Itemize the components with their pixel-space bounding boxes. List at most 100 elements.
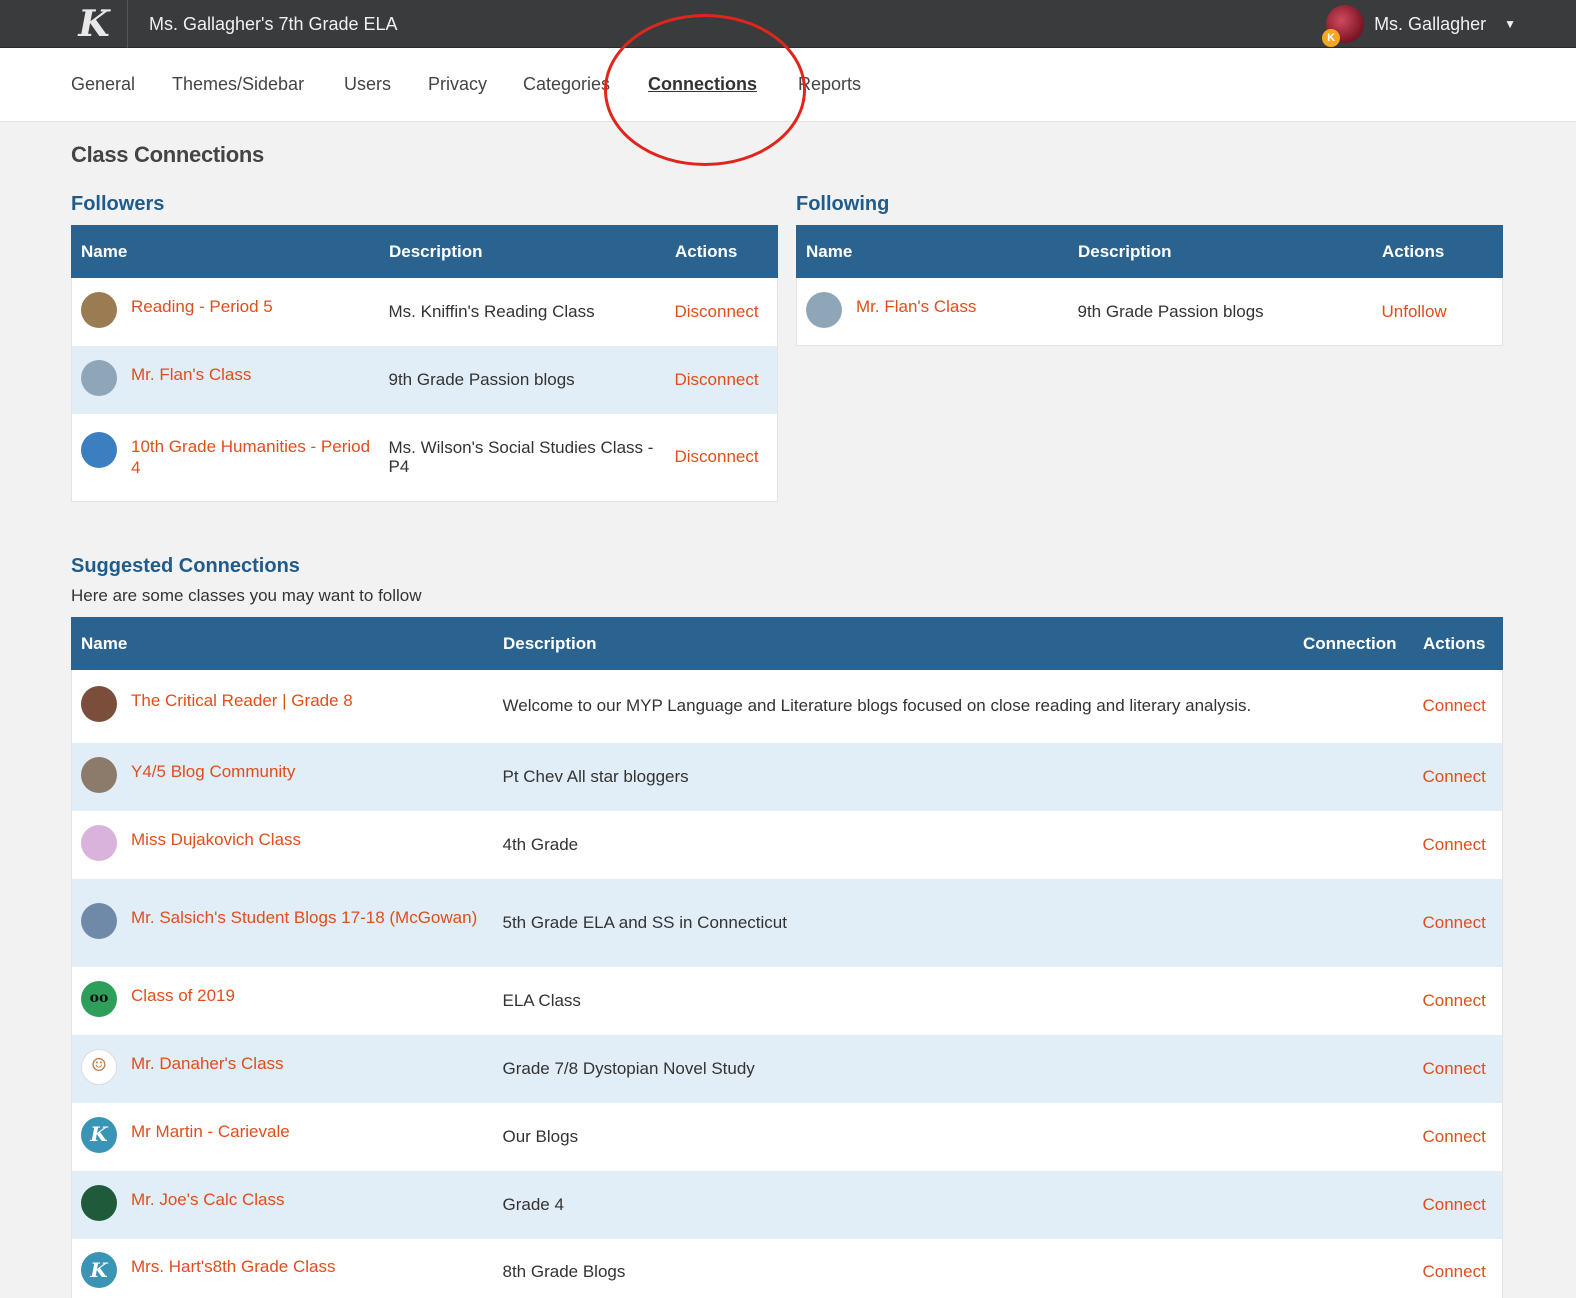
connect-button[interactable]: Connect — [1423, 1127, 1486, 1146]
table-row: Y4/5 Blog Community Pt Chev All star blo… — [71, 742, 1503, 811]
bookshelf-icon — [81, 686, 117, 723]
column-header-actions: Actions — [1372, 225, 1503, 278]
table-row: Mr. Joe's Calc Class Grade 4 Connect — [71, 1170, 1503, 1239]
suggested-table: Name Description Connection Actions The … — [71, 617, 1503, 1298]
user-avatar[interactable]: K — [1322, 5, 1365, 47]
suggested-subtitle: Here are some classes you may want to fo… — [71, 586, 422, 605]
suggested-title: Suggested Connections — [71, 555, 300, 577]
tab-reports[interactable]: Reports — [798, 74, 861, 95]
name-cell: K Mr Martin - Carievale — [71, 1102, 494, 1171]
name-cell: Mr. Joe's Calc Class — [71, 1170, 494, 1239]
tab-themes-sidebar[interactable]: Themes/Sidebar — [172, 74, 304, 95]
disconnect-button[interactable]: Disconnect — [675, 447, 759, 466]
action-cell: Unfollow — [1372, 277, 1503, 346]
description-cell: 9th Grade Passion blogs — [379, 345, 666, 414]
connection-cell — [1293, 1238, 1414, 1298]
action-cell: Connect — [1413, 810, 1503, 879]
settings-nav: General Themes/Sidebar Users Privacy Cat… — [0, 48, 1576, 122]
table-row: Reading - Period 5 Ms. Kniffin's Reading… — [71, 277, 778, 346]
action-cell: Connect — [1413, 742, 1503, 811]
user-menu[interactable]: K Ms. Gallagher ▼ — [1322, 0, 1516, 48]
user-name[interactable]: Ms. Gallagher — [1374, 14, 1486, 35]
unfollow-button[interactable]: Unfollow — [1382, 302, 1447, 321]
table-row: oo Class of 2019 ELA Class Connect — [71, 966, 1503, 1035]
badge-icon: K — [1322, 29, 1341, 47]
action-cell: Connect — [1413, 966, 1503, 1035]
class-link[interactable]: Class of 2019 — [131, 986, 235, 1005]
name-cell: Reading - Period 5 — [71, 277, 380, 346]
glasses-icon: oo — [81, 980, 117, 1017]
following-title: Following — [796, 193, 890, 215]
graduate-icon — [81, 824, 117, 861]
kidblog-logo[interactable]: K — [60, 0, 128, 48]
column-header-name: Name — [71, 617, 494, 670]
connection-cell — [1293, 810, 1414, 879]
column-header-actions: Actions — [665, 225, 778, 278]
class-link[interactable]: Mr. Flan's Class — [856, 297, 976, 316]
class-link[interactable]: The Critical Reader | Grade 8 — [131, 691, 353, 710]
connect-button[interactable]: Connect — [1423, 991, 1486, 1010]
connection-cell — [1293, 1034, 1414, 1103]
top-bar: K Ms. Gallagher's 7th Grade ELA K Ms. Ga… — [0, 0, 1576, 48]
connect-button[interactable]: Connect — [1423, 835, 1486, 854]
description-cell: 8th Grade Blogs — [493, 1238, 1294, 1298]
class-link[interactable]: Reading - Period 5 — [131, 297, 273, 316]
tab-privacy[interactable]: Privacy — [428, 74, 487, 95]
connect-button[interactable]: Connect — [1423, 1195, 1486, 1214]
description-cell: Our Blogs — [493, 1102, 1294, 1171]
action-cell: Connect — [1413, 669, 1503, 743]
tab-users[interactable]: Users — [344, 74, 391, 95]
class-link[interactable]: Mrs. Hart's8th Grade Class — [131, 1257, 335, 1276]
class-link[interactable]: Mr. Joe's Calc Class — [131, 1190, 284, 1209]
column-header-name: Name — [796, 225, 1069, 278]
book-icon — [81, 291, 117, 328]
disconnect-button[interactable]: Disconnect — [675, 370, 759, 389]
page-title: Class Connections — [71, 142, 264, 167]
action-cell: Connect — [1413, 1238, 1503, 1298]
caret-down-icon[interactable]: ▼ — [1504, 17, 1516, 31]
connection-cell — [1293, 878, 1414, 967]
class-link[interactable]: Mr Martin - Carievale — [131, 1122, 290, 1141]
globe-icon — [81, 432, 117, 468]
action-cell: Connect — [1413, 1170, 1503, 1239]
followers-table: Name Description Actions Reading - Perio… — [71, 225, 778, 502]
class-link[interactable]: 10th Grade Humanities - Period 4 — [131, 437, 370, 477]
tab-categories[interactable]: Categories — [523, 74, 610, 95]
logo-letter: K — [78, 3, 109, 45]
connect-button[interactable]: Connect — [1423, 913, 1486, 932]
description-cell: 9th Grade Passion blogs — [1068, 277, 1373, 346]
name-cell: Mr. Salsich's Student Blogs 17-18 (McGow… — [71, 878, 494, 967]
name-cell: Mr. Flan's Class — [796, 277, 1069, 346]
tab-general[interactable]: General — [71, 74, 135, 95]
class-link[interactable]: Mr. Danaher's Class — [131, 1054, 284, 1073]
description-cell: ELA Class — [493, 966, 1294, 1035]
name-cell: The Critical Reader | Grade 8 — [71, 669, 494, 743]
name-cell: Miss Dujakovich Class — [71, 810, 494, 879]
class-link[interactable]: Mr. Salsich's Student Blogs 17-18 (McGow… — [131, 908, 477, 927]
connect-button[interactable]: Connect — [1423, 696, 1486, 715]
swirl-icon — [806, 291, 842, 328]
table-row: K Mr Martin - Carievale Our Blogs Connec… — [71, 1102, 1503, 1171]
site-title[interactable]: Ms. Gallagher's 7th Grade ELA — [149, 14, 398, 35]
followers-title: Followers — [71, 193, 165, 215]
action-cell: Connect — [1413, 1102, 1503, 1171]
name-cell: Y4/5 Blog Community — [71, 742, 494, 811]
class-link[interactable]: Mr. Flan's Class — [131, 365, 251, 384]
action-cell: Disconnect — [665, 413, 778, 502]
class-link[interactable]: Y4/5 Blog Community — [131, 762, 295, 781]
description-cell: 4th Grade — [493, 810, 1294, 879]
connect-button[interactable]: Connect — [1423, 1262, 1486, 1281]
connect-button[interactable]: Connect — [1423, 1059, 1486, 1078]
description-cell: Grade 4 — [493, 1170, 1294, 1239]
disconnect-button[interactable]: Disconnect — [675, 302, 759, 321]
table-row: Miss Dujakovich Class 4th Grade Connect — [71, 810, 1503, 879]
connection-cell — [1293, 669, 1414, 743]
tab-connections[interactable]: Connections — [648, 74, 757, 95]
name-cell: 10th Grade Humanities - Period 4 — [71, 413, 380, 502]
connect-button[interactable]: Connect — [1423, 767, 1486, 786]
table-row: Mr. Flan's Class 9th Grade Passion blogs… — [71, 345, 778, 414]
class-link[interactable]: Miss Dujakovich Class — [131, 830, 301, 849]
table-row: Mr. Salsich's Student Blogs 17-18 (McGow… — [71, 878, 1503, 967]
photo-icon — [81, 902, 117, 939]
action-cell: Connect — [1413, 1034, 1503, 1103]
